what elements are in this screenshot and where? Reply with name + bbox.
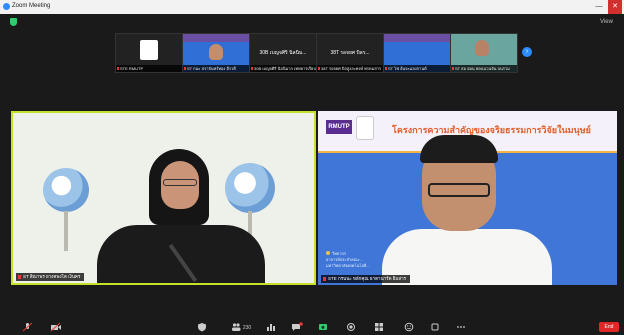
apps-button[interactable] <box>430 322 440 332</box>
apps-icon <box>431 323 439 331</box>
meeting-toolbar: 230 End <box>0 319 624 335</box>
next-page-arrow-icon[interactable]: › <box>522 47 532 57</box>
participants-icon <box>231 323 241 331</box>
participant-thumbnail[interactable]: ST กนะ ปราจันทร์ทอง อีรวดี <box>182 33 250 73</box>
slide-band <box>183 34 249 42</box>
zoom-app-icon <box>3 3 10 10</box>
participant-name-label: STE กรนนะ หลักคุณ ธาดานาร์ด ยิมสาร <box>321 275 411 283</box>
participants-count: 230 <box>242 324 252 331</box>
record-button[interactable] <box>346 322 356 332</box>
footnote-head: วิทยากร <box>332 251 347 256</box>
slide-footnote: วิทยากร อาจารย์ประจำคณะ... มหาวิทยาลัยเท… <box>326 251 370 269</box>
security-shield-icon[interactable] <box>10 18 17 26</box>
participant-thumbnail[interactable]: STE RMUTP <box>115 33 183 73</box>
speaker-name-label: ST สิณาพร ยางคพงโต เงินคร <box>16 273 85 281</box>
active-speaker-video[interactable]: ST สิณาพร ยางคพงโต เงินคร <box>11 111 316 285</box>
window-title: Zoom Meeting <box>12 3 51 9</box>
university-logo <box>356 116 374 140</box>
participant-thumbnail[interactable]: ST ไฟ อ้นจะแลงกานต์ <box>383 33 451 73</box>
participant-face <box>209 44 223 60</box>
security-button[interactable] <box>197 322 207 332</box>
participant-name-label: STE RMUTP <box>116 65 182 72</box>
mute-button[interactable] <box>22 322 34 332</box>
vase <box>64 211 68 251</box>
share-screen-icon <box>319 324 327 330</box>
breakout-rooms-icon <box>375 323 383 331</box>
participant-name-label: ST ธ่อ อ่อน พลฉนวนจัน บนรวม <box>451 65 517 72</box>
flower-decoration <box>43 168 89 212</box>
view-menu[interactable]: View <box>600 19 613 25</box>
participant-video[interactable]: RMUTP โครงการความสำคัญของจริยธรรมการวิจั… <box>318 111 617 285</box>
participant-name-label: 38T รอจยศ บิลสูงละพงษ์ พรหมสาร <box>317 65 383 72</box>
university-logo <box>140 40 158 60</box>
stop-video-button[interactable] <box>50 322 62 332</box>
participant-name-label: ST กนะ ปราจันทร์ทอง อีรวดี <box>183 65 249 72</box>
rmutp-logo: RMUTP <box>326 120 352 134</box>
minimize-button[interactable]: — <box>592 0 606 14</box>
participant-glasses <box>428 183 490 197</box>
bullet-icon <box>326 251 330 255</box>
participant-thumbnail[interactable]: 38T รอจยศ บิลร... 38T รอจยศ บิลสูงละพงษ์… <box>316 33 384 73</box>
participant-thumbnail[interactable]: 30B เบญจศิริ นิลนิม... 30B เบญจศิริ นิลน… <box>249 33 317 73</box>
participant-thumbnail[interactable]: ST ธ่อ อ่อน พลฉนวนจัน บนรวม <box>450 33 518 73</box>
participant-face <box>475 40 489 56</box>
participants-button[interactable]: 230 <box>230 322 252 332</box>
speaker-body <box>97 225 265 283</box>
close-button[interactable]: ✕ <box>608 0 622 14</box>
microphone-muted-icon <box>22 322 33 332</box>
title-bar: Zoom Meeting — ✕ <box>0 0 624 14</box>
video-camera-icon <box>50 322 61 332</box>
poll-chart-icon <box>267 324 275 331</box>
end-meeting-button[interactable]: End <box>599 322 619 332</box>
more-dots-icon <box>457 326 465 328</box>
more-button[interactable] <box>456 322 466 332</box>
polls-button[interactable] <box>266 322 276 332</box>
slide-title: โครงการความสำคัญของจริยธรรมการวิจัยในมนุ… <box>392 125 591 135</box>
chat-button[interactable] <box>291 322 303 332</box>
footnote-line: มหาวิทยาลัยเทคโนโลยี... <box>326 263 370 268</box>
reactions-button[interactable] <box>404 322 414 332</box>
record-icon <box>347 323 355 331</box>
smiley-icon <box>404 322 414 332</box>
flower-decoration <box>225 163 275 213</box>
speaker-glasses <box>163 179 197 186</box>
shield-icon <box>198 323 206 332</box>
slide-band <box>384 34 450 42</box>
participant-name-label: 30B เบญจศิริ นิลนิมาก เทพธารเรียบเ <box>250 65 316 72</box>
chat-bubble-icon <box>292 322 303 331</box>
participant-hair <box>420 135 498 163</box>
participant-name-label: ST ไฟ อ้นจะแลงกานต์ <box>384 65 450 72</box>
share-screen-button[interactable] <box>318 322 328 332</box>
breakout-rooms-button[interactable] <box>374 322 384 332</box>
